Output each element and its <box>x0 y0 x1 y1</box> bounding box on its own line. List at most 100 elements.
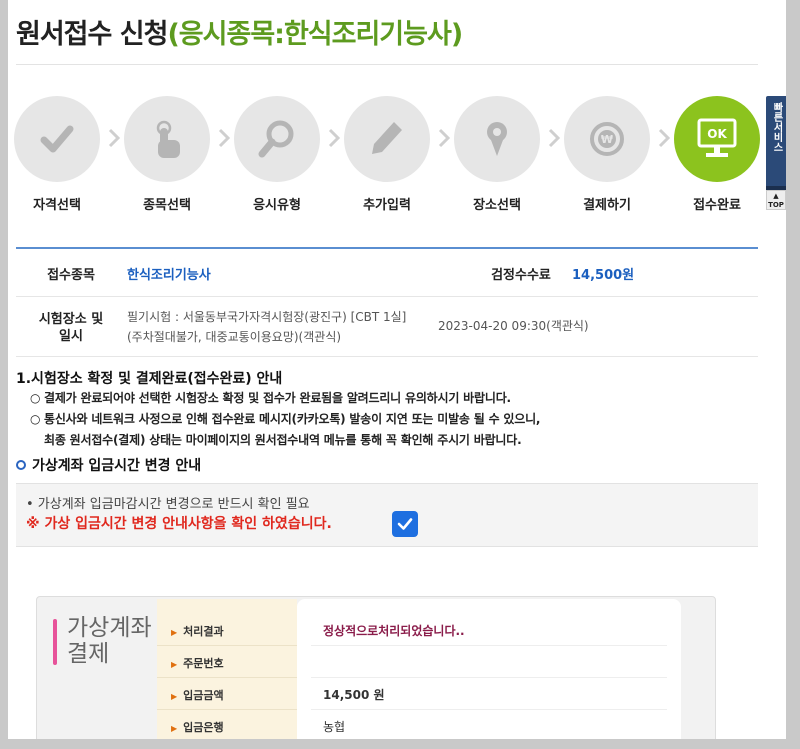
step-progress: 자격선택 종목선택 응시유형 추가입력 장소선택 ₩ 결제하기 OK 접수완료 <box>8 96 768 226</box>
arrow-up-icon: ▲ <box>773 192 779 200</box>
step-circle <box>124 96 210 182</box>
payment-labels-column: ▶ 처리결과 ▶ 주문번호 ▶ 입금금액 ▶ 입금은행 <box>157 599 297 749</box>
step-circle <box>14 96 100 182</box>
row-divider <box>311 709 667 710</box>
step-additional-input: 추가입력 <box>342 96 432 213</box>
payment-label: ▶ 입금금액 <box>171 689 224 702</box>
place-value: 필기시험 : 서울동부국가자격시험장(광진구) [CBT 1실] (주차절대불가… <box>127 307 406 347</box>
location-pin-icon <box>487 122 507 156</box>
triangle-right-icon: ▶ <box>171 628 178 637</box>
step-exam-type: 응시유형 <box>232 96 322 213</box>
notice-heading: 1.시험장소 확정 및 결제완료(접수완료) 안내 <box>16 371 283 387</box>
item-value: 한식조리기능사 <box>127 268 211 283</box>
bullet-circle-icon <box>16 460 26 470</box>
triangle-right-icon: ▶ <box>171 724 178 733</box>
step-label: 추가입력 <box>363 198 411 213</box>
chevron-right-icon <box>656 126 672 150</box>
chevron-right-icon <box>106 126 122 150</box>
notice-item: ○ 통신사와 네트워크 사정으로 인해 접수완료 메시지(카카오톡) 발송이 지연… <box>30 410 540 427</box>
scroll-top-button[interactable]: ▲ TOP <box>766 190 786 210</box>
step-qualification: 자격선택 <box>12 96 102 213</box>
check-icon <box>40 125 74 153</box>
chevron-right-icon <box>326 126 342 150</box>
exam-datetime: 2023-04-20 09:30(객관식) <box>438 319 589 333</box>
step-label: 접수완료 <box>693 198 741 213</box>
item-label: 접수종목 <box>47 268 95 283</box>
payment-label: ▶ 입금은행 <box>171 721 224 734</box>
title-divider <box>16 64 758 65</box>
notice-bullet: ○ <box>30 412 41 426</box>
quick-service-tab[interactable]: 빠른서비스 <box>766 96 786 186</box>
row-divider <box>157 677 297 678</box>
ok-monitor-icon: OK <box>697 118 737 157</box>
payment-label: ▶ 주문번호 <box>171 657 224 670</box>
svg-text:₩: ₩ <box>601 133 613 146</box>
payment-title: 가상계좌 결제 <box>55 615 152 667</box>
magnifier-icon <box>258 120 294 158</box>
step-circle <box>454 96 540 182</box>
checkmark-icon <box>397 518 413 530</box>
notice-text: 통신사와 네트워크 사정으로 인해 접수완료 메시지(카카오톡) 발송이 지연 … <box>44 412 541 426</box>
notice-item: 최종 원서접수(결제) 상태는 마이페이지의 원서접수내역 메뉴를 통해 꼭 확… <box>44 431 522 448</box>
virtual-account-box: • 가상계좌 입금마감시간 변경으로 반드시 확인 필요 ※ 가상 입금시간 변… <box>16 483 758 547</box>
place-label-line1: 시험장소 및 <box>38 312 104 327</box>
step-payment: ₩ 결제하기 <box>562 96 652 213</box>
step-complete: OK 접수완료 <box>672 96 762 213</box>
chevron-right-icon <box>546 126 562 150</box>
step-label: 종목선택 <box>143 198 191 213</box>
page: 원서접수 신청(응시종목:한식조리기능사) 자격선택 종목선택 응시유형 추가입… <box>8 0 786 749</box>
fee-label: 검정수수료 <box>491 268 551 283</box>
payment-title-line1: 가상계좌 <box>67 615 152 641</box>
step-label: 장소선택 <box>473 198 521 213</box>
won-coin-icon: ₩ <box>590 122 624 156</box>
title-main: 원서접수 신청 <box>16 19 168 50</box>
place-value-line2: (주차절대불가, 대중교통이용요망)(객관식) <box>127 330 342 344</box>
notice-item: ○ 결제가 완료되어야 선택한 시험장소 확정 및 접수가 완료됨을 알려드리니 … <box>30 389 511 406</box>
place-label: 시험장소 및 일시 <box>36 311 106 345</box>
deposit-amount-value: 14,500 원 <box>323 688 385 702</box>
triangle-right-icon: ▶ <box>171 660 178 669</box>
chevron-right-icon <box>436 126 452 150</box>
deposit-bank-value: 농협 <box>323 720 346 734</box>
place-value-line1: 필기시험 : 서울동부국가자격시험장(광진구) [CBT 1실] <box>127 310 407 324</box>
notice-text: 최종 원서접수(결제) 상태는 마이페이지의 원서접수내역 메뉴를 통해 꼭 확… <box>44 433 522 447</box>
row-divider <box>311 677 667 678</box>
notice-text: 결제가 완료되어야 선택한 시험장소 확정 및 접수가 완료됨을 알려드리니 유… <box>44 391 511 405</box>
step-circle: OK <box>674 96 760 182</box>
window-bottom-edge <box>0 739 800 749</box>
fee-value: 14,500원 <box>572 268 635 283</box>
ok-badge-text: OK <box>707 127 727 141</box>
triangle-right-icon: ▶ <box>171 692 178 701</box>
virtual-account-heading: 가상계좌 입금시간 변경 안내 <box>16 455 201 475</box>
info-row-place: 시험장소 및 일시 필기시험 : 서울동부국가자격시험장(광진구) [CBT 1… <box>16 297 758 357</box>
step-label: 응시유형 <box>253 198 301 213</box>
step-circle <box>344 96 430 182</box>
virtual-confirm-text[interactable]: ※ 가상 입금시간 변경 안내사항을 확인 하였습니다. <box>26 513 332 533</box>
page-title: 원서접수 신청(응시종목:한식조리기능사) <box>16 12 463 51</box>
top-label: TOP <box>768 201 784 209</box>
payment-title-line2: 결제 <box>67 641 110 667</box>
step-circle <box>234 96 320 182</box>
virtual-heading-text: 가상계좌 입금시간 변경 안내 <box>32 458 202 474</box>
pencil-icon <box>372 122 402 154</box>
info-row-item: 접수종목 한식조리기능사 검정수수료 14,500원 <box>16 249 758 297</box>
row-divider <box>311 645 667 646</box>
payment-label: ▶ 처리결과 <box>171 625 224 638</box>
step-circle: ₩ <box>564 96 650 182</box>
step-label: 결제하기 <box>583 198 631 213</box>
payment-values-column: 정상적으로처리되었습니다.. 14,500 원 농협 <box>297 599 681 749</box>
step-label: 자격선택 <box>33 198 81 213</box>
payment-result-value: 정상적으로처리되었습니다.. <box>323 624 465 638</box>
payment-result-card: 가상계좌 결제 ▶ 처리결과 ▶ 주문번호 ▶ 입금금액 ▶ 입금은행 정상적으로처리되… <box>36 596 716 749</box>
place-label-line2: 일시 <box>59 329 83 344</box>
step-item: 종목선택 <box>122 96 212 213</box>
chevron-right-icon <box>216 126 232 150</box>
notice-bullet: ○ <box>30 391 41 405</box>
step-location: 장소선택 <box>452 96 542 213</box>
confirm-checkbox[interactable] <box>392 511 418 537</box>
virtual-notice-line: • 가상계좌 입금마감시간 변경으로 반드시 확인 필요 <box>26 497 310 512</box>
row-divider <box>157 645 297 646</box>
touch-icon <box>156 120 180 158</box>
title-subtitle: (응시종목:한식조리기능사) <box>167 19 463 50</box>
row-divider <box>157 709 297 710</box>
